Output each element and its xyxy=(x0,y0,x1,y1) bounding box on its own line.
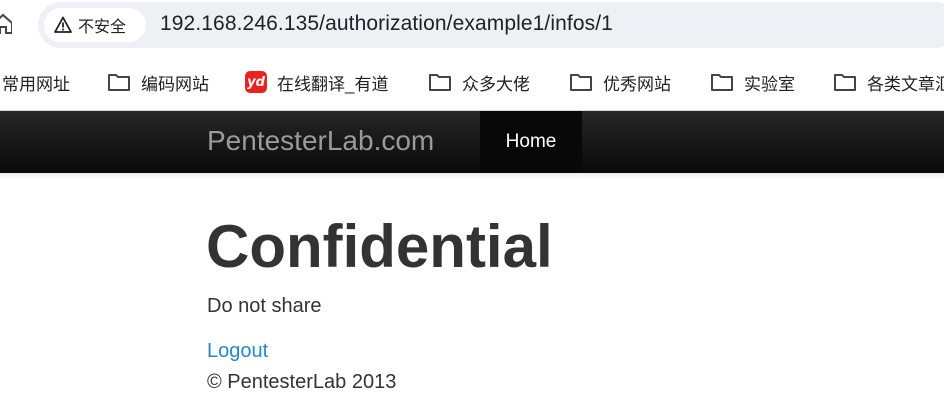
page-title: Confidential xyxy=(206,213,553,280)
bookmark-item[interactable]: 众多大佬 xyxy=(428,70,530,94)
nav-home-link[interactable]: Home xyxy=(480,111,582,173)
bookmark-item[interactable]: 编码网站 xyxy=(107,70,209,94)
security-label: 不安全 xyxy=(78,19,127,36)
bookmark-label: 常用网址 xyxy=(2,74,70,94)
footer-copyright: © PentesterLab 2013 xyxy=(207,371,397,393)
brand-link[interactable]: PentesterLab.com xyxy=(207,125,434,157)
bookmark-item[interactable]: 常用网址 xyxy=(2,70,70,94)
security-chip[interactable]: 不安全 xyxy=(44,8,146,42)
folder-icon xyxy=(711,74,733,91)
home-icon[interactable] xyxy=(0,13,12,35)
bookmark-item[interactable]: 实验室 xyxy=(710,70,795,94)
bookmark-item[interactable]: 优秀网站 xyxy=(569,70,671,94)
address-bar-row: 不安全 192.168.246.135/authorization/exampl… xyxy=(0,0,944,52)
bookmark-item[interactable]: yd 在线翻译_有道 xyxy=(245,70,388,94)
url-text[interactable]: 192.168.246.135/authorization/example1/i… xyxy=(160,12,613,36)
bookmark-label: 优秀网站 xyxy=(603,74,671,94)
warning-icon xyxy=(54,16,72,33)
bookmark-label: 众多大佬 xyxy=(462,74,530,94)
bookmark-item[interactable]: 各类文章汇 xyxy=(833,70,944,94)
bookmark-label: 在线翻译_有道 xyxy=(277,74,389,94)
site-navbar: PentesterLab.com Home xyxy=(0,111,944,173)
folder-icon xyxy=(429,74,451,91)
folder-icon xyxy=(834,74,856,91)
page-text: Do not share xyxy=(207,295,322,317)
bookmark-label: 实验室 xyxy=(744,74,795,94)
youdao-icon: yd xyxy=(245,71,267,93)
folder-icon xyxy=(570,74,592,91)
bookmark-label: 编码网站 xyxy=(141,74,209,94)
bookmark-label: 各类文章汇 xyxy=(867,74,944,94)
logout-link[interactable]: Logout xyxy=(207,340,268,363)
navbar-shadow xyxy=(0,173,944,179)
folder-icon xyxy=(108,74,130,91)
bookmarks-bar: 常用网址 编码网站 yd 在线翻译_有道 众多大佬 优秀网站 实验室 各类文章汇 xyxy=(0,56,944,108)
omnibox[interactable]: 不安全 192.168.246.135/authorization/exampl… xyxy=(38,2,944,48)
